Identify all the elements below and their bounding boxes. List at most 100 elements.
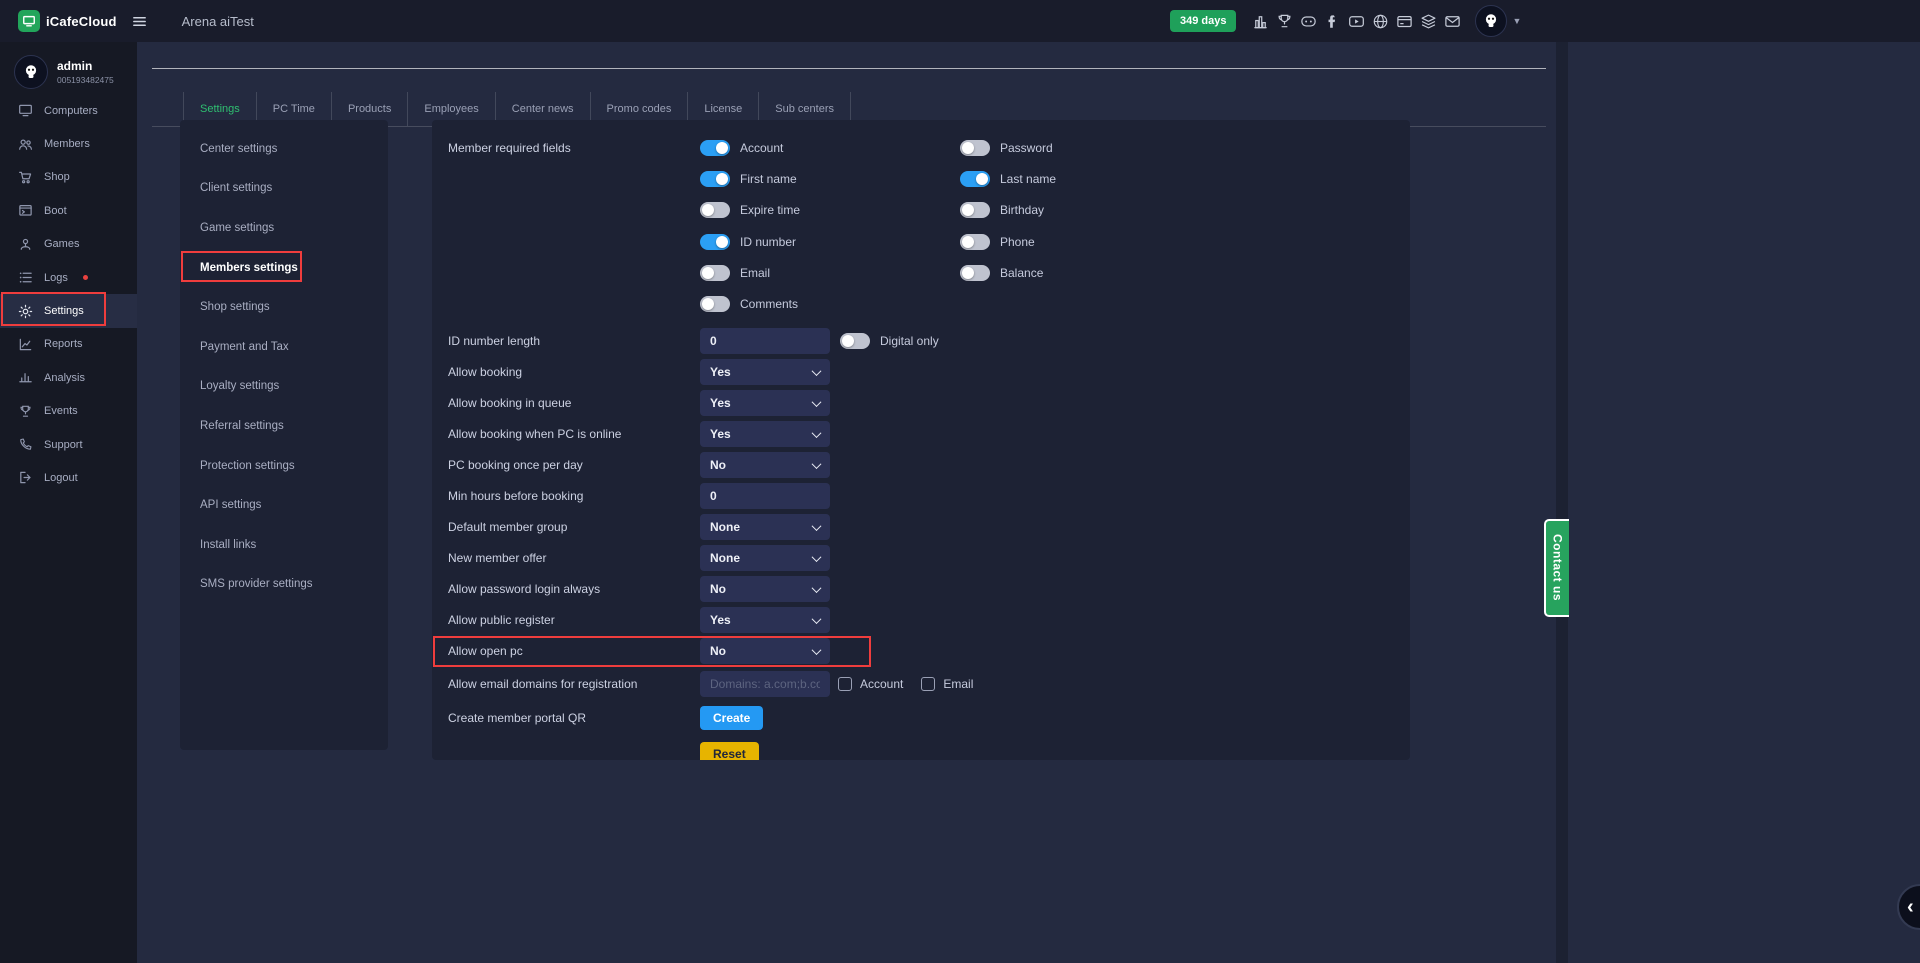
settings-nav-loyalty[interactable]: Loyalty settings bbox=[180, 367, 388, 407]
toggle-expire-time[interactable] bbox=[700, 202, 730, 218]
settings-nav-payment[interactable]: Payment and Tax bbox=[180, 327, 388, 367]
chevron-down-icon bbox=[812, 521, 822, 531]
settings-nav-api[interactable]: API settings bbox=[180, 485, 388, 525]
field-label: Allow booking bbox=[448, 359, 693, 385]
id-number-length-input[interactable] bbox=[700, 328, 830, 354]
sidebar-item-shop[interactable]: Shop bbox=[0, 161, 137, 194]
contact-us-label: Contact us bbox=[1551, 534, 1565, 601]
contact-us-button[interactable]: Contact us bbox=[1544, 519, 1569, 617]
settings-nav-game[interactable]: Game settings bbox=[180, 208, 388, 248]
youtube-icon[interactable] bbox=[1348, 13, 1365, 30]
user-name: admin bbox=[57, 59, 114, 73]
sidebar-item-label: Reports bbox=[44, 338, 83, 350]
checkbox-label: Email bbox=[943, 677, 973, 691]
sidebar-item-support[interactable]: Support bbox=[0, 428, 137, 461]
toggle-label: Birthday bbox=[1000, 203, 1044, 217]
toggle-balance[interactable] bbox=[960, 265, 990, 281]
settings-nav-members[interactable]: Members settings bbox=[180, 248, 388, 288]
allow-public-register-select[interactable]: Yes bbox=[700, 607, 830, 633]
toggle-birthday[interactable] bbox=[960, 202, 990, 218]
field-label: Allow password login always bbox=[448, 576, 693, 602]
sidebar-item-reports[interactable]: Reports bbox=[0, 328, 137, 361]
toggle-digital-only[interactable] bbox=[840, 333, 870, 349]
user-avatar[interactable] bbox=[1475, 5, 1507, 37]
topbar-right: 349 days ▼ bbox=[1170, 0, 1521, 42]
settings-nav-sms[interactable]: SMS provider settings bbox=[180, 565, 388, 605]
email-domains-options: Account Email bbox=[838, 671, 983, 697]
sidebar-item-logout[interactable]: Logout bbox=[0, 461, 137, 494]
create-qr-button[interactable]: Create bbox=[700, 706, 763, 730]
settings-nav-install-links[interactable]: Install links bbox=[180, 525, 388, 565]
min-hours-before-booking-input[interactable] bbox=[700, 483, 830, 509]
chat-widget-button[interactable]: ‹ bbox=[1897, 884, 1920, 930]
settings-nav-center[interactable]: Center settings bbox=[180, 129, 388, 169]
field-label: Default member group bbox=[448, 514, 693, 540]
sidebar-item-analysis[interactable]: Analysis bbox=[0, 361, 137, 394]
allow-password-login-always-select[interactable]: No bbox=[700, 576, 830, 602]
toggle-email[interactable] bbox=[700, 265, 730, 281]
toggle-comments[interactable] bbox=[700, 296, 730, 312]
app-logo[interactable]: iCafeCloud bbox=[18, 10, 117, 32]
toggle-label: Phone bbox=[1000, 235, 1035, 249]
discord-icon[interactable] bbox=[1300, 13, 1317, 30]
toggle-row-account: Account bbox=[700, 140, 783, 156]
hamburger-menu-icon[interactable] bbox=[131, 13, 148, 30]
app-logo-icon bbox=[18, 10, 40, 32]
settings-nav-protection[interactable]: Protection settings bbox=[180, 446, 388, 486]
allow-open-pc-select[interactable]: No bbox=[700, 638, 830, 664]
billing-icon[interactable] bbox=[1396, 13, 1413, 30]
allow-booking-in-queue-select[interactable]: Yes bbox=[700, 390, 830, 416]
allow-booking-select[interactable]: Yes bbox=[700, 359, 830, 385]
sidebar-item-logs[interactable]: Logs bbox=[0, 261, 137, 294]
facebook-icon[interactable] bbox=[1324, 13, 1341, 30]
toggle-label: Last name bbox=[1000, 172, 1056, 186]
mail-icon[interactable] bbox=[1444, 13, 1461, 30]
chevron-down-icon[interactable]: ▼ bbox=[1512, 16, 1521, 26]
settings-nav-client[interactable]: Client settings bbox=[180, 169, 388, 209]
settings-nav-shop[interactable]: Shop settings bbox=[180, 287, 388, 327]
toggle-first-name[interactable] bbox=[700, 171, 730, 187]
new-member-offer-select[interactable]: None bbox=[700, 545, 830, 571]
toggle-last-name[interactable] bbox=[960, 171, 990, 187]
settings-nav-referral[interactable]: Referral settings bbox=[180, 406, 388, 446]
globe-icon[interactable] bbox=[1372, 13, 1389, 30]
email-domains-input[interactable] bbox=[700, 671, 830, 697]
page: iCafeCloud Arena aiTest 349 days ▼ bbox=[0, 0, 1920, 963]
toggle-row-expire-time: Expire time bbox=[700, 202, 800, 218]
members-settings-form: Member required fields Account First nam… bbox=[432, 120, 1410, 760]
toggle-row-id-number: ID number bbox=[700, 234, 796, 250]
default-member-group-select[interactable]: None bbox=[700, 514, 830, 540]
toggle-label: Digital only bbox=[880, 334, 939, 348]
field-label: Allow public register bbox=[448, 607, 693, 633]
toggle-password[interactable] bbox=[960, 140, 990, 156]
shop-icon bbox=[18, 170, 33, 185]
sidebar-item-members[interactable]: Members bbox=[0, 127, 137, 160]
allow-booking-pc-online-select[interactable]: Yes bbox=[700, 421, 830, 447]
field-label: Create member portal QR bbox=[448, 705, 693, 731]
toggle-phone[interactable] bbox=[960, 234, 990, 250]
sidebar-item-settings[interactable]: Settings bbox=[0, 294, 137, 327]
toggle-label: ID number bbox=[740, 235, 796, 249]
sidebar-item-games[interactable]: Games bbox=[0, 228, 137, 261]
reset-button[interactable]: Reset bbox=[700, 742, 759, 760]
field-label: Allow booking in queue bbox=[448, 390, 693, 416]
docs-icon[interactable] bbox=[1420, 13, 1437, 30]
pc-booking-once-per-day-select[interactable]: No bbox=[700, 452, 830, 478]
games-icon bbox=[18, 237, 33, 252]
topbar-icons bbox=[1252, 13, 1461, 30]
account-checkbox[interactable] bbox=[838, 677, 852, 691]
days-badge[interactable]: 349 days bbox=[1170, 10, 1236, 32]
toggle-id-number[interactable] bbox=[700, 234, 730, 250]
sidebar-item-boot[interactable]: Boot bbox=[0, 194, 137, 227]
stats-icon[interactable] bbox=[1252, 13, 1269, 30]
scrollbar-track[interactable] bbox=[1556, 42, 1568, 963]
trophy-icon[interactable] bbox=[1276, 13, 1293, 30]
email-checkbox[interactable] bbox=[921, 677, 935, 691]
sidebar-item-label: Games bbox=[44, 238, 79, 250]
members-icon bbox=[18, 137, 33, 152]
sidebar-user[interactable]: admin 005193482475 bbox=[14, 55, 114, 89]
toggle-row-password: Password bbox=[960, 140, 1053, 156]
sidebar-item-events[interactable]: Events bbox=[0, 395, 137, 428]
sidebar-item-computers[interactable]: Computers bbox=[0, 94, 137, 127]
toggle-account[interactable] bbox=[700, 140, 730, 156]
